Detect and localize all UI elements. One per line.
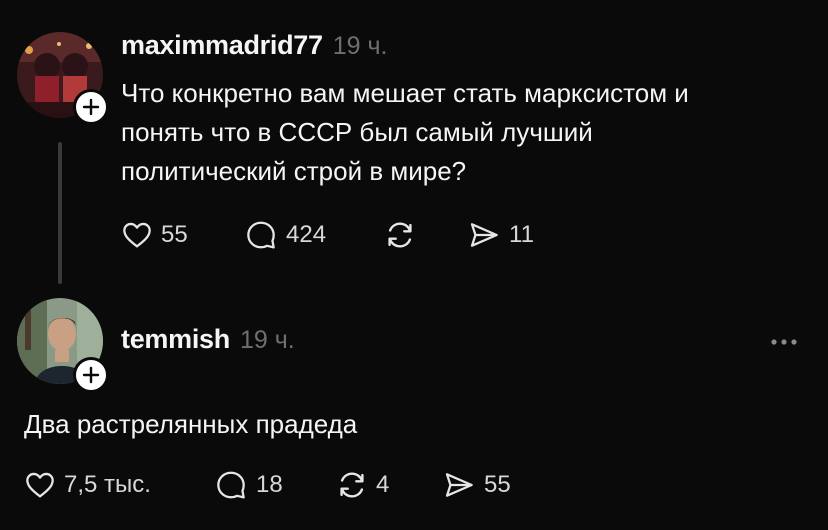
repost-icon (340, 472, 364, 498)
timestamp: 19 ч. (239, 326, 295, 354)
post-text: Два растрелянных прадеда (24, 409, 358, 439)
thread-line (58, 142, 62, 284)
post-header: temmish 19 ч. (121, 324, 295, 355)
share-count: 55 (484, 471, 511, 498)
more-options-button[interactable] (766, 330, 802, 359)
like-count: 7,5 тыс. (64, 471, 151, 498)
share-count: 11 (509, 221, 534, 248)
reply-button[interactable]: 18 (214, 469, 283, 501)
repost-icon (388, 222, 412, 248)
like-button[interactable]: 55 (121, 219, 188, 251)
heart-icon (123, 222, 151, 248)
follow-button-temmish[interactable] (73, 357, 109, 393)
like-button[interactable]: 7,5 тыс. (24, 469, 151, 501)
post-header: maximmadrid77 19 ч. (121, 30, 387, 61)
post-text-line: понять что в СССР был самый лучший (121, 117, 593, 147)
more-horizontal-icon (771, 339, 797, 345)
repost-button[interactable]: 4 (336, 469, 389, 501)
reply-count: 424 (286, 221, 327, 248)
post-text-line: политический строй в мире? (121, 156, 467, 186)
reply-button[interactable]: 424 (244, 219, 326, 251)
comment-bubble-icon (247, 221, 275, 249)
username[interactable]: maximmadrid77 (121, 30, 323, 61)
username[interactable]: temmish (121, 324, 230, 355)
plus-icon (82, 366, 100, 384)
plus-icon (82, 98, 100, 116)
like-count: 55 (161, 221, 188, 248)
repost-button[interactable] (384, 219, 416, 251)
post-text: Что конкретно вам мешает стать марксисто… (121, 74, 821, 191)
send-icon (470, 223, 498, 247)
follow-button-maximmadrid77[interactable] (73, 89, 109, 125)
share-button[interactable]: 55 (442, 469, 511, 501)
reply-count: 18 (256, 471, 283, 498)
heart-icon (26, 472, 54, 498)
share-button[interactable]: 11 (467, 219, 534, 251)
repost-count: 4 (376, 471, 390, 498)
timestamp: 19 ч. (332, 32, 388, 60)
comment-bubble-icon (217, 471, 245, 499)
post-text-line: Что конкретно вам мешает стать марксисто… (121, 78, 689, 108)
send-icon (445, 473, 473, 497)
